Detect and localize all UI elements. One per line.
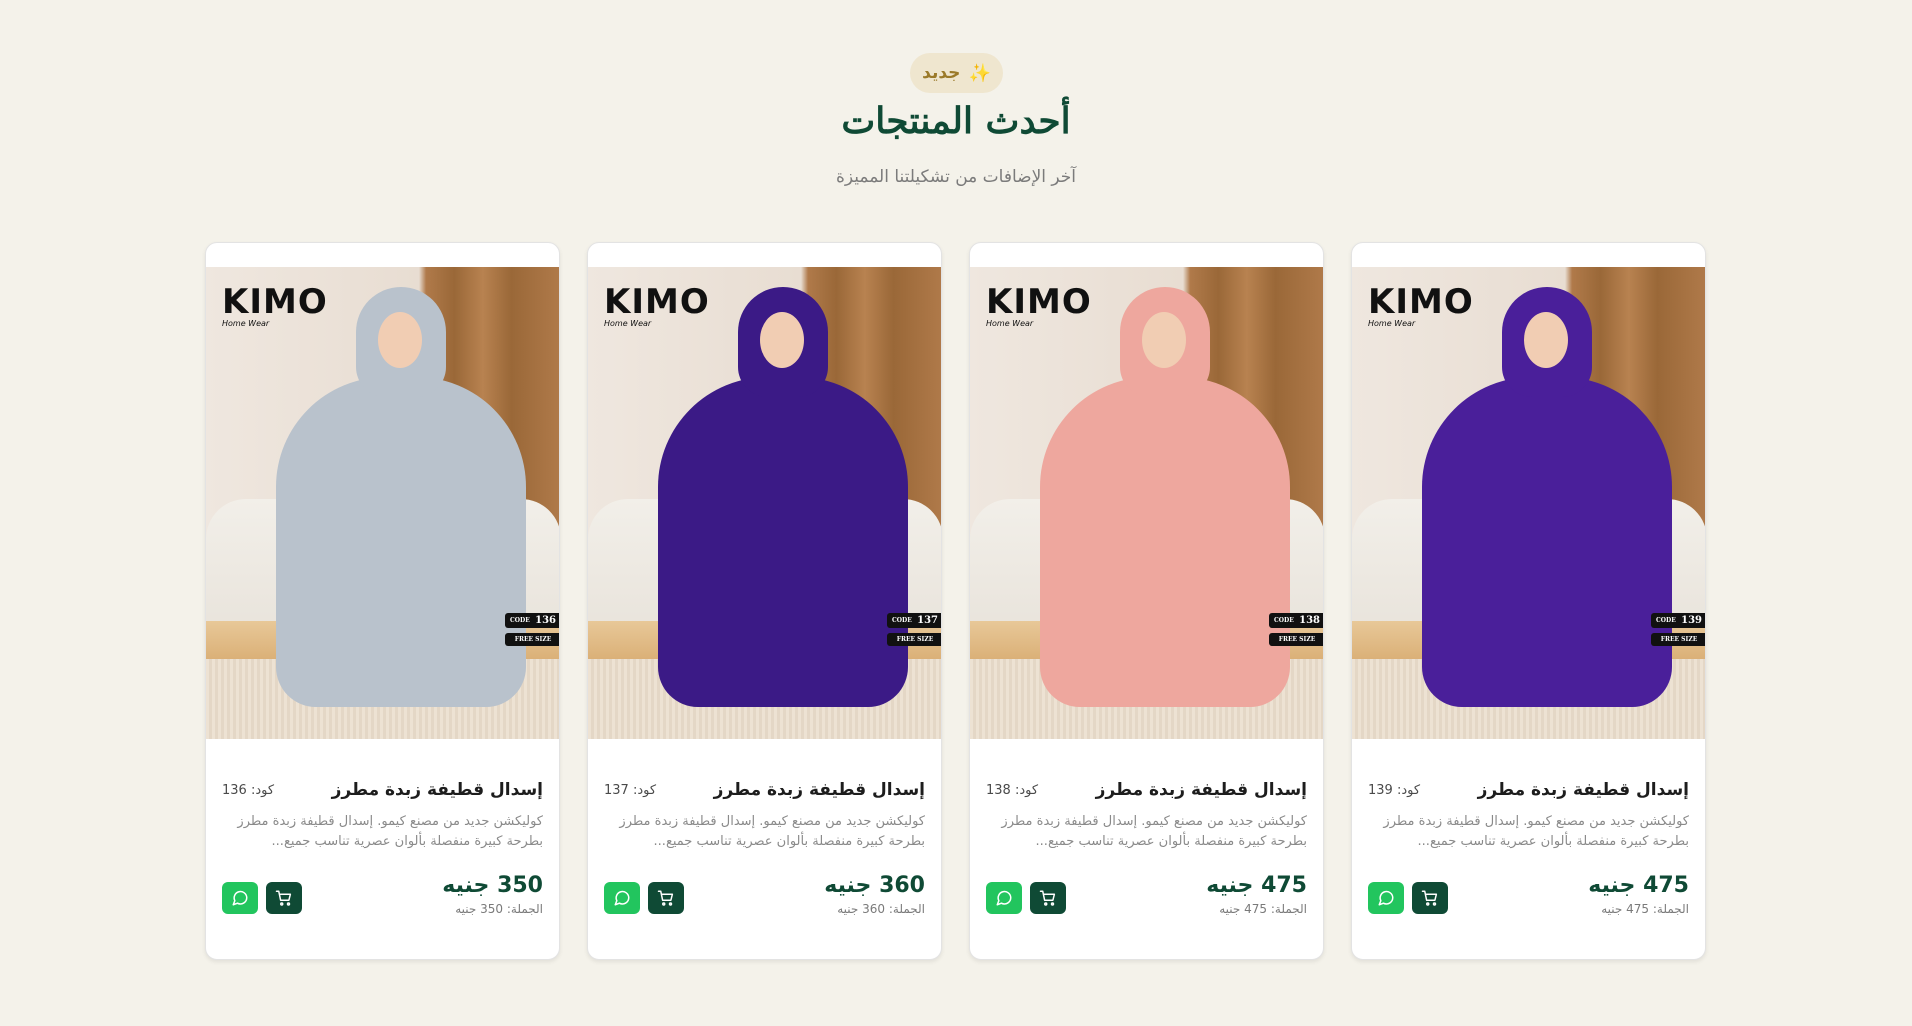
image-code-tag: CODE 138 FREE SIZE [1269,613,1323,646]
whatsapp-icon [232,890,248,906]
latest-products-section: ✨ جديد أحدث المنتجات آخر الإضافات من تشك… [0,0,1912,1026]
image-code-number: 137 [917,615,938,626]
product-description: كوليكشن جديد من مصنع كيمو. إسدال قطيفة ز… [619,814,925,849]
add-to-cart-button[interactable] [648,882,684,914]
image-code-tag: CODE 139 FREE SIZE [1651,613,1705,646]
add-to-cart-button[interactable] [266,882,302,914]
image-size-label: FREE SIZE [887,633,941,646]
image-size-label: FREE SIZE [1651,633,1705,646]
section-title: أحدث المنتجات [841,100,1071,142]
cart-icon [275,890,292,906]
image-code-number: 139 [1681,615,1702,626]
add-to-cart-button[interactable] [1412,882,1448,914]
add-to-cart-button[interactable] [1030,882,1066,914]
product-description: كوليكشن جديد من مصنع كيمو. إسدال قطيفة ز… [1383,814,1689,849]
image-code-label: CODE [1274,617,1294,624]
whatsapp-icon [614,890,630,906]
image-code-tag: CODE 137 FREE SIZE [887,613,941,646]
card-body: إسدال قطيفة زبدة مطرز كود: 139 كوليكشن ج… [1368,780,1689,916]
product-price: 475 جنيه [1206,873,1307,898]
product-price: 475 جنيه [1588,873,1689,898]
product-name[interactable]: إسدال قطيفة زبدة مطرز [1478,780,1689,800]
image-code-label: CODE [892,617,912,624]
product-description: كوليكشن جديد من مصنع كيمو. إسدال قطيفة ز… [1001,814,1307,849]
new-badge: ✨ جديد [910,53,1003,93]
new-badge-label: جديد [922,63,961,83]
kimo-logo: KIMO Home Wear [222,285,328,328]
wholesale-price: الجملة: 475 جنيه [1219,902,1307,917]
product-image[interactable]: KIMO Home Wear CODE 138 FREE SIZE [970,267,1323,739]
product-name[interactable]: إسدال قطيفة زبدة مطرز [1096,780,1307,800]
product-code: كود: 139 [1368,782,1421,798]
logo-text: KIMO [986,282,1092,322]
model-face [378,312,422,368]
whatsapp-button[interactable] [222,882,258,914]
image-code-number: 136 [535,615,556,626]
model-dress [1422,377,1672,707]
product-card[interactable]: KIMO Home Wear CODE 137 FREE SIZE إسدال ق… [587,242,942,960]
logo-text: KIMO [604,282,710,322]
cart-icon [657,890,674,906]
wholesale-price: الجملة: 360 جنيه [837,902,925,917]
kimo-logo: KIMO Home Wear [604,285,710,328]
wholesale-price: الجملة: 475 جنيه [1601,902,1689,917]
product-image[interactable]: KIMO Home Wear CODE 136 FREE SIZE [206,267,559,739]
whatsapp-icon [1378,890,1394,906]
whatsapp-button[interactable] [604,882,640,914]
product-card[interactable]: KIMO Home Wear CODE 138 FREE SIZE إسدال ق… [969,242,1324,960]
product-name[interactable]: إسدال قطيفة زبدة مطرز [332,780,543,800]
product-name[interactable]: إسدال قطيفة زبدة مطرز [714,780,925,800]
product-code: كود: 137 [604,782,657,798]
card-body: إسدال قطيفة زبدة مطرز كود: 138 كوليكشن ج… [986,780,1307,916]
whatsapp-button[interactable] [986,882,1022,914]
product-image[interactable]: KIMO Home Wear CODE 139 FREE SIZE [1352,267,1705,739]
product-code: كود: 138 [986,782,1039,798]
kimo-logo: KIMO Home Wear [986,285,1092,328]
image-size-label: FREE SIZE [505,633,559,646]
cart-icon [1421,890,1438,906]
product-price: 350 جنيه [442,873,543,898]
product-card[interactable]: KIMO Home Wear CODE 139 FREE SIZE إسدال ق… [1351,242,1706,960]
cart-icon [1039,890,1056,906]
kimo-logo: KIMO Home Wear [1368,285,1474,328]
image-code-tag: CODE 136 FREE SIZE [505,613,559,646]
model-face [1524,312,1568,368]
model-dress [658,377,908,707]
whatsapp-icon [996,890,1012,906]
image-size-label: FREE SIZE [1269,633,1323,646]
card-body: إسدال قطيفة زبدة مطرز كود: 137 كوليكشن ج… [604,780,925,916]
model-dress [276,377,526,707]
product-card[interactable]: KIMO Home Wear CODE 136 FREE SIZE إسدال ق… [205,242,560,960]
wholesale-price: الجملة: 350 جنيه [455,902,543,917]
image-code-number: 138 [1299,615,1320,626]
model-face [1142,312,1186,368]
sparkles-icon: ✨ [968,62,991,84]
model-face [760,312,804,368]
section-subtitle: آخر الإضافات من تشكيلتنا المميزة [835,167,1077,187]
logo-text: KIMO [222,282,328,322]
image-code-label: CODE [1656,617,1676,624]
image-code-label: CODE [510,617,530,624]
product-description: كوليكشن جديد من مصنع كيمو. إسدال قطيفة ز… [237,814,543,849]
product-image[interactable]: KIMO Home Wear CODE 137 FREE SIZE [588,267,941,739]
product-price: 360 جنيه [824,873,925,898]
model-dress [1040,377,1290,707]
whatsapp-button[interactable] [1368,882,1404,914]
logo-text: KIMO [1368,282,1474,322]
card-body: إسدال قطيفة زبدة مطرز كود: 136 كوليكشن ج… [222,780,543,916]
product-code: كود: 136 [222,782,275,798]
